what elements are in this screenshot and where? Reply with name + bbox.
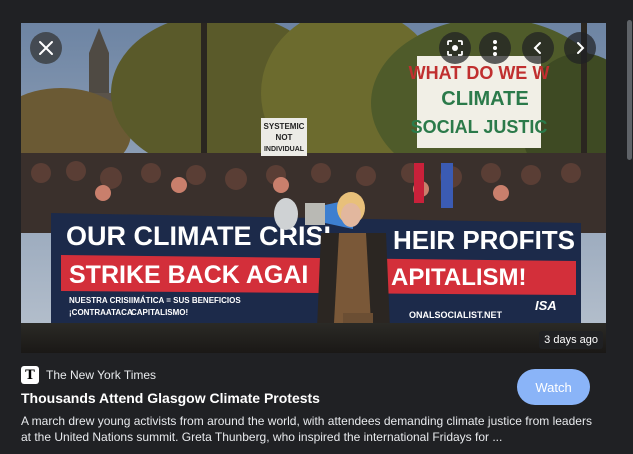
sign-right-line2: CLIMATE bbox=[441, 88, 528, 110]
nyt-logo-icon: T bbox=[21, 366, 39, 384]
lens-button[interactable] bbox=[439, 32, 471, 64]
video-thumbnail[interactable]: WHAT DO WE W CLIMATE SOCIAL JUSTIC SYSTE… bbox=[21, 23, 606, 353]
banner-line3-left: NUESTRA CRISI bbox=[69, 296, 131, 305]
previous-button[interactable] bbox=[522, 32, 554, 64]
banner-website: ONALSOCIALIST.NET bbox=[409, 310, 503, 320]
chevron-right-icon bbox=[577, 42, 585, 54]
sign-right-line3: SOCIAL JUSTIC bbox=[411, 117, 548, 137]
banner-line1-right: HEIR PROFITS bbox=[393, 225, 575, 255]
more-vert-icon bbox=[493, 40, 497, 56]
close-icon bbox=[39, 41, 53, 55]
time-ago-badge: 3 days ago bbox=[539, 331, 603, 349]
more-options-button[interactable] bbox=[479, 32, 511, 64]
close-button[interactable] bbox=[30, 32, 62, 64]
watch-button[interactable]: Watch bbox=[517, 369, 590, 405]
article-title[interactable]: Thousands Attend Glasgow Climate Protest… bbox=[21, 390, 320, 406]
sign-left-line3: INDIVIDUAL bbox=[264, 146, 305, 153]
banner-line2-left: STRIKE BACK AGAI bbox=[69, 261, 308, 289]
banner-line3-mid2: CAPITALISMO! bbox=[131, 308, 188, 317]
source-name: The New York Times bbox=[46, 368, 157, 382]
chevron-left-icon bbox=[533, 42, 541, 54]
banner-line3-mid: IMÁTICA = SUS BENEFICIOS bbox=[131, 296, 241, 305]
sign-left-line2: NOT bbox=[276, 133, 293, 142]
sign-right-line1: WHAT DO WE W bbox=[409, 63, 550, 83]
banner-line2-right: APITALISM! bbox=[391, 264, 527, 291]
article-description: A march drew young activists from around… bbox=[21, 414, 592, 444]
source-row[interactable]: T The New York Times bbox=[21, 366, 156, 384]
scrollbar-thumb[interactable] bbox=[627, 20, 632, 160]
sign-left-line1: SYSTEMIC bbox=[264, 122, 305, 131]
protest-image: WHAT DO WE W CLIMATE SOCIAL JUSTIC SYSTE… bbox=[21, 23, 606, 353]
banner-line3-left2: ¡CONTRAATACA bbox=[69, 308, 133, 317]
lens-icon bbox=[447, 40, 463, 56]
scrollbar[interactable] bbox=[627, 0, 633, 454]
banner-logo: ISA bbox=[535, 298, 557, 313]
next-button[interactable] bbox=[564, 32, 596, 64]
